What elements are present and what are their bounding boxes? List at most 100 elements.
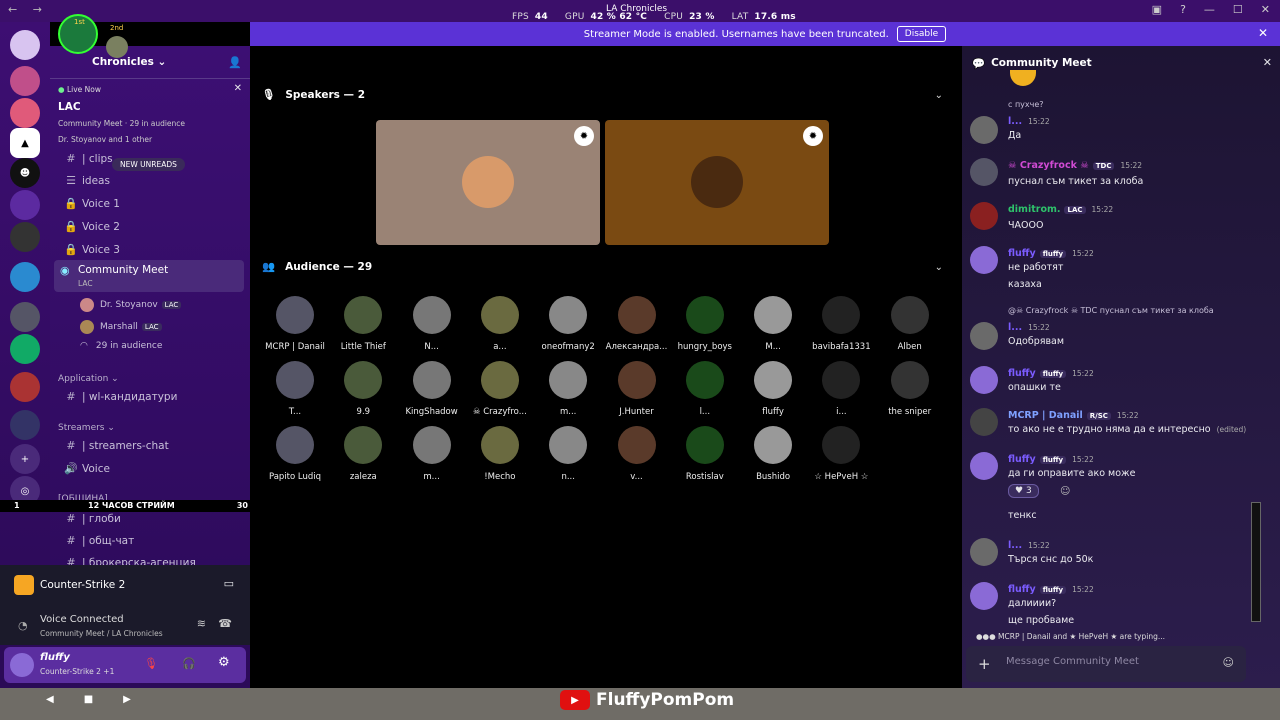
server-icon[interactable] [10, 30, 40, 60]
audience-member[interactable]: N... [398, 296, 466, 352]
message-input[interactable] [1006, 656, 1206, 667]
audience-member[interactable]: Александра... [603, 296, 671, 352]
speaker-tile[interactable]: ✹ [605, 120, 829, 245]
close-window-icon[interactable]: ✕ [1261, 3, 1270, 16]
category-streamers[interactable]: Streamers ⌄ [58, 423, 115, 433]
audience-member[interactable]: Bushido [739, 426, 807, 482]
channel-ideas[interactable]: ☰ ideas [60, 174, 110, 187]
new-unreads-pill[interactable]: NEW UNREADS [112, 158, 185, 171]
channel-wl[interactable]: # | wl-кандидатури [60, 390, 177, 403]
mic-muted-icon[interactable]: 🎙 [144, 657, 158, 670]
audience-member[interactable]: M... [739, 296, 807, 352]
server-folder-icon[interactable] [10, 262, 40, 292]
activity-card[interactable]: Counter-Strike 2 ▭ [0, 565, 250, 605]
audience-member[interactable]: oneofmany2 [534, 296, 602, 352]
server-icon[interactable] [10, 334, 40, 364]
plus-icon[interactable]: + [978, 655, 991, 673]
avatar[interactable] [970, 366, 998, 394]
audience-member[interactable]: bavibafa1331 [807, 296, 875, 352]
add-server-icon[interactable]: + [10, 444, 40, 474]
audience-member[interactable]: ☆ HePvеН ☆ [807, 426, 875, 482]
media-controls[interactable]: ◀■▶ [46, 694, 161, 705]
channel-fines[interactable]: # | глоби [60, 512, 120, 525]
stage-member[interactable]: Marshall LAC [80, 320, 162, 334]
reply-preview[interactable]: @☠ Crazyfrock ☠ TDC пуснал съм тикет за … [1008, 306, 1214, 315]
avatar[interactable] [970, 246, 998, 274]
audience-member[interactable]: the sniper [876, 361, 944, 417]
minimize-icon[interactable]: — [1204, 3, 1215, 16]
channel-voice-3[interactable]: 🔒 Voice 3 [60, 243, 120, 256]
avatar[interactable] [970, 158, 998, 186]
channel-clips[interactable]: # | clips [60, 152, 112, 165]
server-icon[interactable] [10, 190, 40, 220]
close-icon[interactable]: ✕ [1258, 26, 1268, 40]
audience-member[interactable]: v... [603, 426, 671, 482]
scrollbar[interactable] [1251, 502, 1261, 622]
maximize-icon[interactable]: ☐ [1233, 3, 1243, 16]
server-icon[interactable] [10, 66, 40, 96]
channel-voice-2[interactable]: 🔒 Voice 2 [60, 220, 120, 233]
audience-member[interactable]: 9.9 [329, 361, 397, 417]
avatar[interactable] [970, 452, 998, 480]
avatar[interactable] [970, 322, 998, 350]
audience-member[interactable]: ☠ Crazyfro... [466, 361, 534, 417]
headphones-icon[interactable]: 🎧 [182, 657, 196, 670]
server-icon[interactable]: ▲ [10, 128, 40, 158]
inbox-icon[interactable]: ▣ [1152, 3, 1162, 16]
audience-member[interactable]: l... [671, 361, 739, 417]
speakers-header[interactable]: 🎙 Speakers — 2 [262, 88, 365, 102]
close-icon[interactable]: ✕ [234, 83, 242, 94]
channel-general[interactable]: # | общ-чат [60, 534, 134, 547]
server-icon[interactable] [10, 410, 40, 440]
category-application[interactable]: Application ⌄ [58, 374, 119, 384]
stage-channel[interactable]: ◉ Community Meet LAC [54, 260, 244, 292]
audience-member[interactable]: MCRP | Danail [261, 296, 329, 352]
avatar[interactable] [970, 538, 998, 566]
audience-member[interactable]: T... [261, 361, 329, 417]
audience-member[interactable]: !Mecho [466, 426, 534, 482]
avatar[interactable] [970, 408, 998, 436]
audience-member[interactable]: a... [466, 296, 534, 352]
server-icon[interactable] [10, 372, 40, 402]
audience-member[interactable]: zaleza [329, 426, 397, 482]
server-icon[interactable] [10, 222, 40, 252]
server-icon[interactable] [10, 98, 40, 128]
disconnect-icon[interactable]: ☎ [218, 617, 232, 630]
chevron-down-icon[interactable]: ⌄ [935, 262, 943, 273]
channel-voice-1[interactable]: 🔒 Voice 1 [60, 197, 120, 210]
emoji-icon[interactable]: ☺ [1223, 656, 1234, 669]
audience-member[interactable]: n... [534, 426, 602, 482]
add-reaction-icon[interactable]: ☺ [1060, 486, 1070, 497]
audience-member[interactable]: i... [807, 361, 875, 417]
server-name[interactable]: Chronicles ⌄ [92, 56, 166, 68]
avatar[interactable] [970, 202, 998, 230]
user-card[interactable]: fluffy Counter-Strike 2 +1 🎙 🎧 ⚙ [4, 647, 246, 683]
audience-member[interactable]: hungry_boys [671, 296, 739, 352]
close-icon[interactable]: ✕ [1263, 56, 1272, 69]
screen-share-icon[interactable]: ▭ [224, 577, 234, 590]
disable-button[interactable]: Disable [896, 26, 947, 42]
audience-member[interactable]: fluffy [739, 361, 807, 417]
avatar[interactable] [970, 116, 998, 144]
speaker-tile[interactable]: ✹ [376, 120, 600, 245]
soundboard-icon[interactable]: ≋ [197, 617, 206, 630]
live-now-card[interactable]: ● Live Now ✕ LAC Community Meet · 29 in … [50, 78, 250, 150]
invite-icon[interactable]: 👤 [228, 56, 242, 69]
audience-member[interactable]: KingShadow [398, 361, 466, 417]
heart-reaction[interactable]: ♥ 3 [1008, 484, 1039, 498]
channel-voice[interactable]: 🔊 Voice [60, 462, 110, 475]
audience-member[interactable]: Alben [876, 296, 944, 352]
audience-member[interactable]: m... [534, 361, 602, 417]
audience-member[interactable]: Rostislav [671, 426, 739, 482]
audience-member[interactable]: J.Hunter [603, 361, 671, 417]
audience-member[interactable]: Papito Ludiq [261, 426, 329, 482]
server-icon[interactable]: ☻ [10, 158, 40, 188]
settings-icon[interactable]: ⚙ [218, 655, 230, 670]
chevron-down-icon[interactable]: ⌄ [935, 90, 943, 101]
audience-member[interactable]: Little Thief [329, 296, 397, 352]
audience-header[interactable]: 👥 Audience — 29 [262, 260, 372, 274]
reply-preview[interactable]: с пухче? [1008, 100, 1044, 109]
help-icon[interactable]: ? [1180, 3, 1186, 16]
stage-member[interactable]: Dr. Stoyanov LAC [80, 298, 182, 312]
audience-member[interactable]: m... [398, 426, 466, 482]
